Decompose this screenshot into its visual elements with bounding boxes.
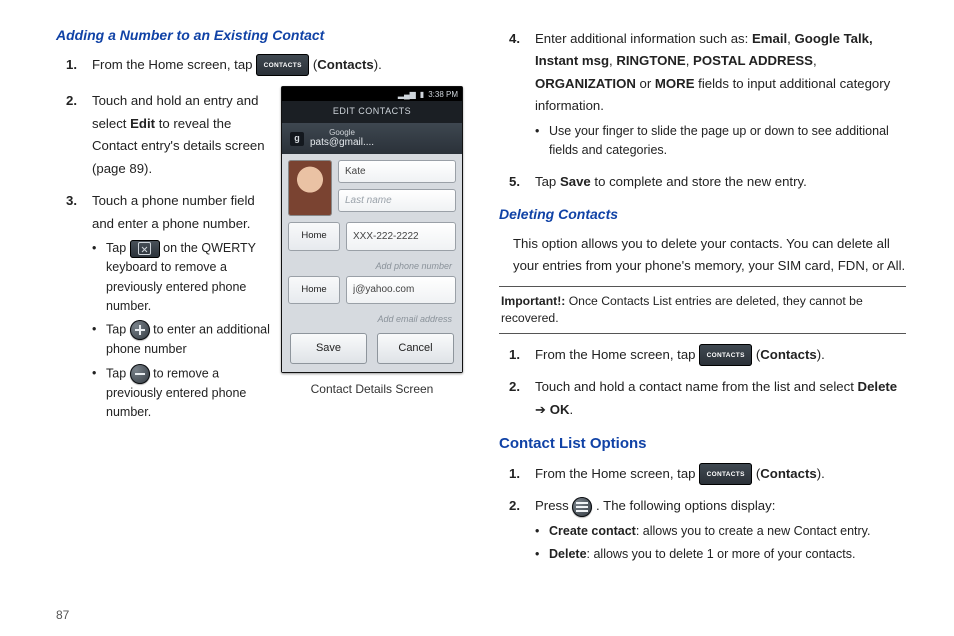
bullet-remove-phone: Tap to remove a previously entered phone… <box>92 364 271 423</box>
minus-icon <box>130 364 150 384</box>
bullet-add-phone: Tap to enter an additional phone number <box>92 320 271 359</box>
deleting-para: This option allows you to delete your co… <box>499 233 906 278</box>
delete-key-icon <box>130 240 160 258</box>
step1-text-c: ). <box>374 57 382 72</box>
last-name-field[interactable] <box>338 189 456 212</box>
opt-delete: Delete: allows you to delete 1 or more o… <box>535 545 906 564</box>
del-step-2: 2. Touch and hold a contact name from th… <box>499 376 906 421</box>
step4-sub: Use your finger to slide the page up or … <box>535 122 906 161</box>
signal-icon: ▂▄▆ <box>398 88 416 102</box>
step1-text-a: From the Home screen, tap <box>92 57 256 72</box>
step-5: 5. Tap Save to complete and store the ne… <box>499 171 906 193</box>
r4-postal: POSTAL ADDRESS <box>693 53 813 68</box>
contacts-app-icon <box>699 463 752 485</box>
r4a: Enter additional information such as: <box>535 31 752 46</box>
r4-email: Email <box>752 31 787 46</box>
heading-contact-list-options: Contact List Options <box>499 431 906 457</box>
email-field[interactable] <box>346 276 456 304</box>
step-2: 2. Touch and hold an entry and select Ed… <box>56 90 271 180</box>
first-name-field[interactable] <box>338 160 456 183</box>
del-step-1: 1. From the Home screen, tap (Contacts). <box>499 344 906 367</box>
step2-bold: Edit <box>130 116 155 131</box>
heading-add-number: Adding a Number to an Existing Contact <box>56 24 463 48</box>
save-button[interactable]: Save <box>290 333 367 364</box>
email-type-select[interactable]: Home <box>288 276 340 304</box>
r4-more: MORE <box>655 76 695 91</box>
important-label: Important!: <box>501 294 565 308</box>
contacts-app-icon <box>256 54 309 76</box>
step1-bold: Contacts <box>317 57 373 72</box>
step-1: 1. From the Home screen, tap (Contacts). <box>56 54 463 77</box>
bullet-remove-key: Tap on the QWERTY keyboard to remove a p… <box>92 239 271 317</box>
phone-type-select[interactable]: Home <box>288 222 340 250</box>
step3-text: Touch a phone number field and enter a p… <box>92 193 255 230</box>
opt-create-contact: Create contact: allows you to create a n… <box>535 522 906 541</box>
cancel-button[interactable]: Cancel <box>377 333 454 364</box>
contacts-app-icon <box>699 344 752 366</box>
google-g-icon: g <box>290 132 304 146</box>
status-time: 3:38 PM <box>428 88 458 102</box>
r5-save: Save <box>560 174 591 189</box>
b2a: Tap <box>106 323 130 337</box>
phone-screenshot: ▂▄▆ ▮ 3:38 PM EDIT CONTACTS g Google pat… <box>281 86 463 373</box>
step-3: 3. Touch a phone number field and enter … <box>56 190 271 423</box>
menu-icon <box>572 497 592 517</box>
step-4: 4. Enter additional information such as:… <box>499 28 906 161</box>
clo-step-2: 2. Press . The following options display… <box>499 495 906 564</box>
b1a: Tap <box>106 241 130 255</box>
plus-icon <box>130 320 150 340</box>
b3a: Tap <box>106 366 130 380</box>
account-email: pats@gmail.... <box>310 137 374 148</box>
account-provider: Google <box>310 129 374 138</box>
heading-deleting: Deleting Contacts <box>499 203 906 227</box>
page-number: 87 <box>56 608 69 622</box>
add-phone-hint[interactable]: Add phone number <box>288 257 456 276</box>
r4-ringtone: RINGTONE <box>616 53 685 68</box>
phone-number-field[interactable] <box>346 222 456 250</box>
important-box: Important!: Once Contacts List entries a… <box>499 286 906 334</box>
r4-org: ORGANIZATION <box>535 76 636 91</box>
clo-step-1: 1. From the Home screen, tap (Contacts). <box>499 463 906 486</box>
add-email-hint[interactable]: Add email address <box>288 310 456 329</box>
account-row: g Google pats@gmail.... <box>282 123 462 155</box>
contact-avatar[interactable] <box>288 160 332 216</box>
status-bar: ▂▄▆ ▮ 3:38 PM <box>282 87 462 101</box>
screen-title: EDIT CONTACTS <box>282 101 462 122</box>
battery-icon: ▮ <box>420 88 424 102</box>
figure-caption: Contact Details Screen <box>281 379 463 399</box>
